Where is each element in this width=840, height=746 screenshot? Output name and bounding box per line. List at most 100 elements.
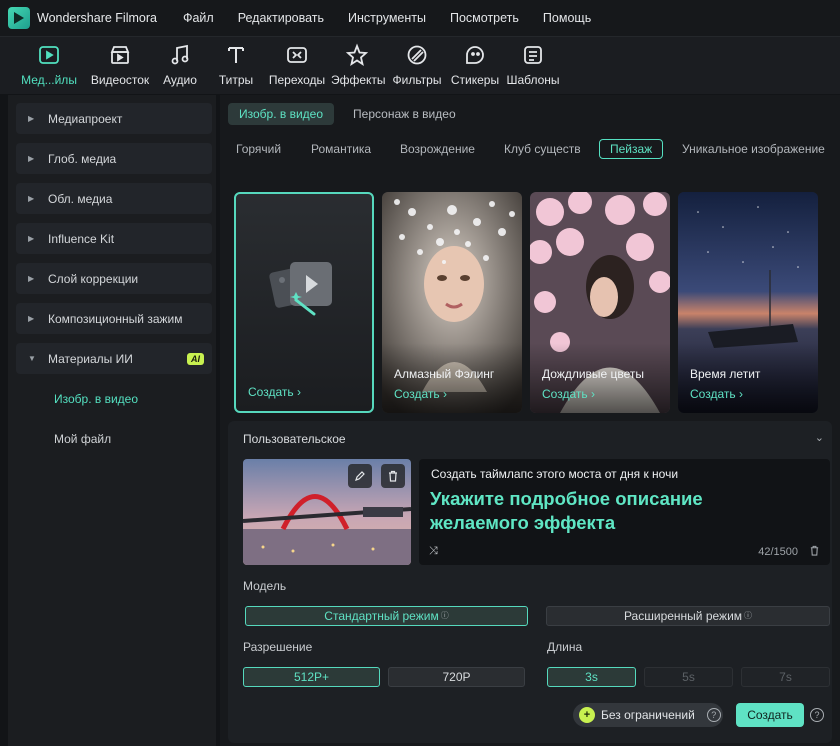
create-link[interactable]: Создать › [248,385,301,399]
info-icon: ⓘ [744,611,753,620]
pencil-icon [355,471,365,481]
tool-stickers[interactable]: Стикеры [449,43,501,87]
custom-section: Пользовательское ⌄ Создать таймлапс этог… [228,421,832,743]
resolution-512p-button[interactable]: 512P+ [243,667,380,687]
prompt-hint: Укажите подробное описание желаемого эфф… [430,488,703,533]
sidebar-item-cloud-media[interactable]: ▶ Обл. медиа [16,183,212,214]
model-advanced-button[interactable]: Расширенный режим ⓘ [546,606,830,626]
templates-icon [524,46,542,64]
caret-right-icon: ▶ [28,194,35,203]
card-title: Дождливые цветы [542,367,645,381]
card-title: Время летит [690,367,761,381]
chevron-down-icon[interactable]: ⌄ [815,431,824,444]
length-label: Длина [547,640,583,654]
sidebar-item-ai-materials[interactable]: ▼ Материалы ИИ AI [16,343,212,374]
create-link[interactable]: Создать › [394,387,447,401]
create-button[interactable]: Создать [736,703,804,727]
tool-templates-label: Шаблоны [506,73,560,87]
main-panel: Изобр. в видео Персонаж в видео Горячий … [220,95,840,746]
length-5s-button[interactable]: 5s [644,667,733,687]
model-standard-button[interactable]: Стандартный режим ⓘ [245,606,528,626]
help-icon[interactable]: ? [706,708,721,722]
sidebar-item-label: Материалы ИИ [48,351,133,366]
subtab-image-to-video[interactable]: Изобр. в видео [228,103,335,125]
length-7s-button[interactable]: 7s [741,667,830,687]
tool-effects[interactable]: Эффекты [331,43,386,87]
tool-media[interactable]: Мед...йлы [20,43,78,87]
menu-file[interactable]: Файл [183,11,214,25]
trash-icon [389,470,397,482]
model-label: Модель [243,579,287,593]
tool-templates[interactable]: Шаблоны [504,43,562,87]
info-icon: ⓘ [440,611,449,620]
tool-titles[interactable]: Титры [216,43,256,87]
menu-view[interactable]: Посмотреть [450,11,519,25]
delete-image-button[interactable] [381,464,405,488]
category-unique-image[interactable]: Уникальное изображение [682,139,825,159]
filmora-logo-icon [8,7,30,29]
sidebar-item-adjustment-layer[interactable]: ▶ Слой коррекции [16,263,212,294]
category-hot[interactable]: Горячий [236,139,281,159]
sidebar-subitem-image-to-video[interactable]: Изобр. в видео [54,392,138,406]
caret-right-icon: ▶ [28,314,35,323]
tool-audio-label: Аудио [163,73,197,87]
tool-filters[interactable]: Фильтры [391,43,443,87]
template-card-diamond[interactable]: Алмазный Фэлинг Создать › [382,192,522,413]
category-creature-club[interactable]: Клуб существ [504,139,581,159]
tool-stickers-label: Стикеры [450,73,500,87]
titles-icon [228,47,244,63]
clear-prompt-button[interactable] [809,545,820,559]
resolution-720p-button[interactable]: 720P [388,667,525,687]
sidebar-item-global-media[interactable]: ▶ Глоб. медиа [16,143,212,174]
length-3s-button[interactable]: 3s [547,667,636,687]
tool-stock-video[interactable]: Видеосток [90,43,150,87]
tool-filters-label: Фильтры [392,73,442,87]
prompt-textarea[interactable]: Создать таймлапс этого моста от дня к но… [419,459,830,565]
template-card-rain-flowers[interactable]: Дождливые цветы Создать › [530,192,670,413]
tool-audio[interactable]: Аудио [160,43,200,87]
caret-right-icon: ▶ [28,274,35,283]
stock-video-icon [110,46,130,64]
caret-right-icon: ▶ [28,234,35,243]
sidebar-item-influence-kit[interactable]: ▶ Influence Kit [16,223,212,254]
subtab-character-to-video[interactable]: Персонаж в видео [342,103,467,125]
menu-bar: Файл Редактировать Инструменты Посмотрет… [183,11,615,25]
sidebar-item-compound-clip[interactable]: ▶ Композиционный зажим [16,303,212,334]
effects-icon [345,43,369,66]
template-card-time-flies[interactable]: Время летит Создать › [678,192,818,413]
plus-icon: + [579,707,595,723]
create-link[interactable]: Создать › [690,387,743,401]
left-sidebar: ▶ Медиапроект ▶ Глоб. медиа ▶ Обл. медиа… [8,95,216,746]
shuffle-icon[interactable]: ⤨ [429,545,438,558]
trash-icon [810,545,819,556]
sidebar-item-label: Слой коррекции [48,271,139,286]
character-counter: 42/1500 [758,546,798,558]
prompt-text[interactable]: Создать таймлапс этого моста от дня к но… [431,467,678,481]
image-to-video-icon [269,262,332,316]
category-landscape[interactable]: Пейзаж [599,139,664,159]
menu-help[interactable]: Помощь [543,11,591,25]
unlimited-label: Без ограничений [601,708,695,722]
title-bar: Wondershare Filmora Файл Редактировать И… [0,0,840,36]
sidebar-subitem-my-files[interactable]: Мой файл [54,432,111,446]
category-romance[interactable]: Романтика [311,139,371,159]
create-link[interactable]: Создать › [542,387,595,401]
media-icon [39,46,59,64]
media-toolbar: Мед...йлы Видеосток Аудио Титры Переходы… [0,36,840,94]
sidebar-item-label: Глоб. медиа [48,151,117,166]
tool-media-label: Мед...йлы [21,73,77,87]
edit-image-button[interactable] [348,464,372,488]
menu-tools[interactable]: Инструменты [348,11,426,25]
create-card[interactable]: Создать › [234,192,374,413]
help-icon[interactable]: ? [810,708,824,722]
uploaded-image[interactable] [243,459,411,565]
menu-edit[interactable]: Редактировать [238,11,324,25]
category-revival[interactable]: Возрождение [400,139,475,159]
tool-transitions[interactable]: Переходы [268,43,326,87]
resolution-label: Разрешение [243,640,313,654]
unlimited-toggle[interactable]: + Без ограничений ? [573,703,723,727]
sidebar-item-media-project[interactable]: ▶ Медиапроект [16,103,212,134]
audio-icon [171,44,189,65]
stickers-icon [466,46,484,64]
card-title: Алмазный Фэлинг [394,367,495,381]
